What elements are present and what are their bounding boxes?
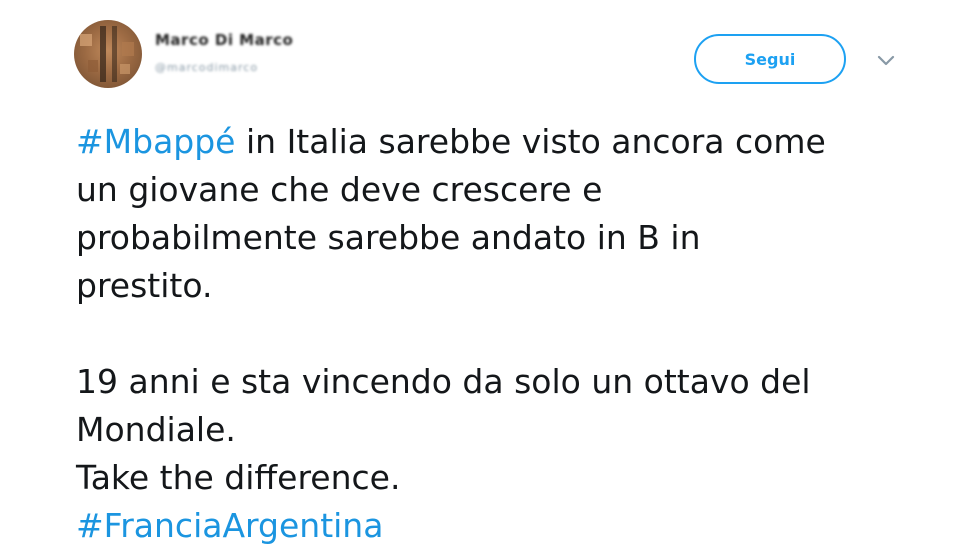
hashtag-link[interactable]: #Mbappé (76, 122, 236, 161)
tweet-line: Take the difference. (76, 458, 401, 497)
avatar-pixel (88, 60, 98, 72)
tweet-line: #Mbappé in Italia sarebbe visto ancora c… (76, 118, 936, 166)
avatar-pixel (122, 42, 134, 56)
avatar[interactable] (74, 20, 142, 88)
user-handle[interactable]: @marcodimarco (155, 61, 258, 74)
tweet-line: probabilmente sarebbe andato in B in (76, 218, 701, 257)
tweet-line: Mondiale. (76, 410, 236, 449)
tweet-header: Marco Di Marco @marcodimarco Segui (0, 0, 978, 110)
tweet-paragraph: #Mbappé in Italia sarebbe visto ancora c… (76, 118, 936, 310)
avatar-pixel (100, 26, 106, 82)
tweet-card: Marco Di Marco @marcodimarco Segui #Mbap… (0, 0, 978, 545)
tweet-line: un giovane che deve crescere e (76, 170, 603, 209)
chevron-down-icon (877, 55, 895, 66)
tweet-text: #Mbappé in Italia sarebbe visto ancora c… (76, 118, 936, 550)
follow-button[interactable]: Segui (694, 34, 846, 84)
avatar-pixel (112, 26, 117, 82)
tweet-line: 19 anni e sta vincendo da solo un ottavo… (76, 362, 811, 401)
tweet-text-segment: in Italia sarebbe visto ancora come (235, 122, 826, 161)
avatar-pixel (80, 34, 92, 46)
avatar-pixel (120, 64, 130, 74)
tweet-paragraph: 19 anni e sta vincendo da solo un ottavo… (76, 358, 936, 550)
tweet-line: prestito. (76, 266, 213, 305)
more-options-button[interactable] (873, 48, 899, 74)
hashtag-link[interactable]: #FranciaArgentina (76, 506, 383, 545)
display-name[interactable]: Marco Di Marco (155, 31, 293, 49)
